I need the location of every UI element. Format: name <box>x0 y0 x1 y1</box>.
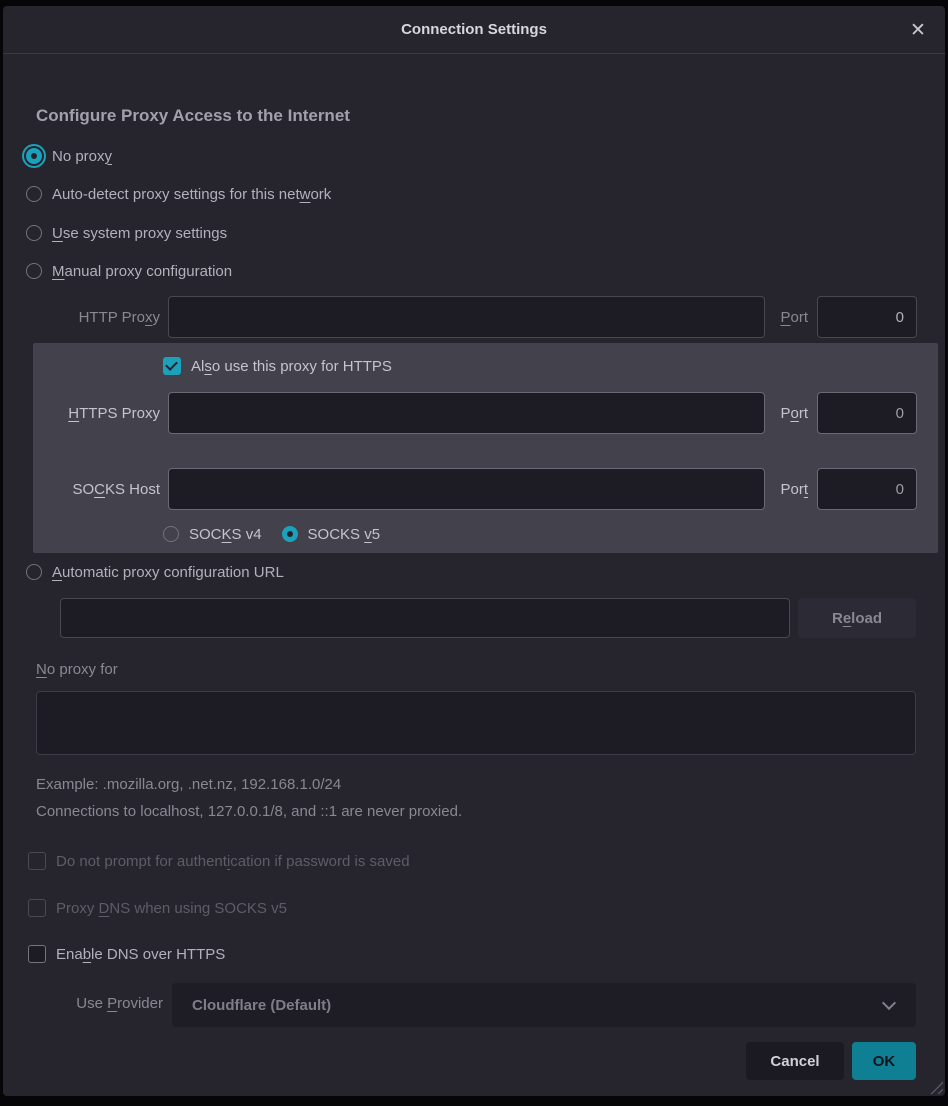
provider-select[interactable]: Cloudflare (Default) <box>172 983 916 1027</box>
https-proxy-label: HTTPS Proxy <box>3 405 160 422</box>
reload-button[interactable]: Reload <box>798 598 916 638</box>
also-https-label: Also use this proxy for HTTPS <box>191 358 392 375</box>
doh-checkbox-row[interactable]: Enable DNS over HTTPS <box>28 942 225 966</box>
socks-port-label: Port <box>775 481 808 498</box>
https-proxy-row: HTTPS Proxy Port <box>3 392 918 434</box>
radio-label: No proxy <box>52 148 112 165</box>
radio-icon <box>26 263 42 279</box>
dialog-title: Connection Settings <box>401 21 547 38</box>
checkbox-icon <box>28 899 46 917</box>
resize-grip[interactable] <box>926 1077 943 1094</box>
doh-label: Enable DNS over HTTPS <box>56 946 225 963</box>
radio-icon <box>26 186 42 202</box>
http-proxy-row: HTTP Proxy Port <box>3 296 918 338</box>
radio-autoproxy-url[interactable]: Automatic proxy configuration URL <box>26 560 284 584</box>
radio-use-system[interactable]: Use system proxy settings <box>26 221 227 245</box>
socks-v4-label: SOCKS v4 <box>189 526 262 543</box>
http-port-input[interactable] <box>817 296 917 338</box>
http-proxy-label: HTTP Proxy <box>3 309 160 326</box>
radio-icon <box>26 148 42 164</box>
socks-version-row: SOCKS v4 SOCKS v5 <box>163 522 380 546</box>
socks-host-row: SOCKS Host Port <box>3 468 918 510</box>
radio-no-proxy[interactable]: No proxy <box>26 144 112 168</box>
radio-auto-detect[interactable]: Auto-detect proxy settings for this netw… <box>26 182 331 206</box>
also-https-checkbox-row[interactable]: Also use this proxy for HTTPS <box>163 354 392 378</box>
checkbox-checked-icon <box>163 357 181 375</box>
https-proxy-input[interactable] <box>168 392 765 434</box>
socks-host-input[interactable] <box>168 468 765 510</box>
socks-v5-radio[interactable]: SOCKS v5 <box>282 526 381 543</box>
socks-v5-label: SOCKS v5 <box>308 526 381 543</box>
radio-label: Manual proxy configuration <box>52 263 232 280</box>
no-proxy-note: Connections to localhost, 127.0.0.1/8, a… <box>36 803 462 820</box>
proxy-dns-label: Proxy DNS when using SOCKS v5 <box>56 900 287 917</box>
autoproxy-url-input[interactable] <box>60 598 790 638</box>
http-proxy-input[interactable] <box>168 296 765 338</box>
socks-v4-radio[interactable]: SOCKS v4 <box>163 526 262 543</box>
radio-icon <box>26 564 42 580</box>
radio-icon <box>163 526 179 542</box>
radio-label: Automatic proxy configuration URL <box>52 564 284 581</box>
radio-label: Use system proxy settings <box>52 225 227 242</box>
no-proxy-for-label: No proxy for <box>36 661 118 678</box>
https-port-label: Port <box>775 405 808 422</box>
page-title: Configure Proxy Access to the Internet <box>36 106 350 126</box>
connection-settings-dialog: Connection Settings ✕ Configure Proxy Ac… <box>3 6 945 1096</box>
cancel-button[interactable]: Cancel <box>746 1042 844 1080</box>
auth-prompt-label: Do not prompt for authentication if pass… <box>56 853 410 870</box>
socks-port-input[interactable] <box>817 468 917 510</box>
https-port-input[interactable] <box>817 392 917 434</box>
ok-button[interactable]: OK <box>852 1042 916 1080</box>
socks-host-label: SOCKS Host <box>3 481 160 498</box>
no-proxy-example: Example: .mozilla.org, .net.nz, 192.168.… <box>36 776 341 793</box>
checkbox-icon <box>28 945 46 963</box>
use-provider-label: Use Provider <box>3 995 163 1012</box>
provider-selected-value: Cloudflare (Default) <box>192 997 331 1014</box>
no-proxy-for-textarea[interactable] <box>36 691 916 755</box>
radio-icon <box>282 526 298 542</box>
checkbox-icon <box>28 852 46 870</box>
dialog-titlebar: Connection Settings ✕ <box>3 6 945 54</box>
chevron-down-icon <box>882 996 896 1010</box>
proxy-dns-checkbox-row[interactable]: Proxy DNS when using SOCKS v5 <box>28 896 287 920</box>
http-port-label: Port <box>775 309 808 326</box>
auth-prompt-checkbox-row[interactable]: Do not prompt for authentication if pass… <box>28 849 410 873</box>
radio-manual-proxy[interactable]: Manual proxy configuration <box>26 259 232 283</box>
radio-label: Auto-detect proxy settings for this netw… <box>52 186 331 203</box>
close-icon[interactable]: ✕ <box>905 17 931 43</box>
radio-icon <box>26 225 42 241</box>
